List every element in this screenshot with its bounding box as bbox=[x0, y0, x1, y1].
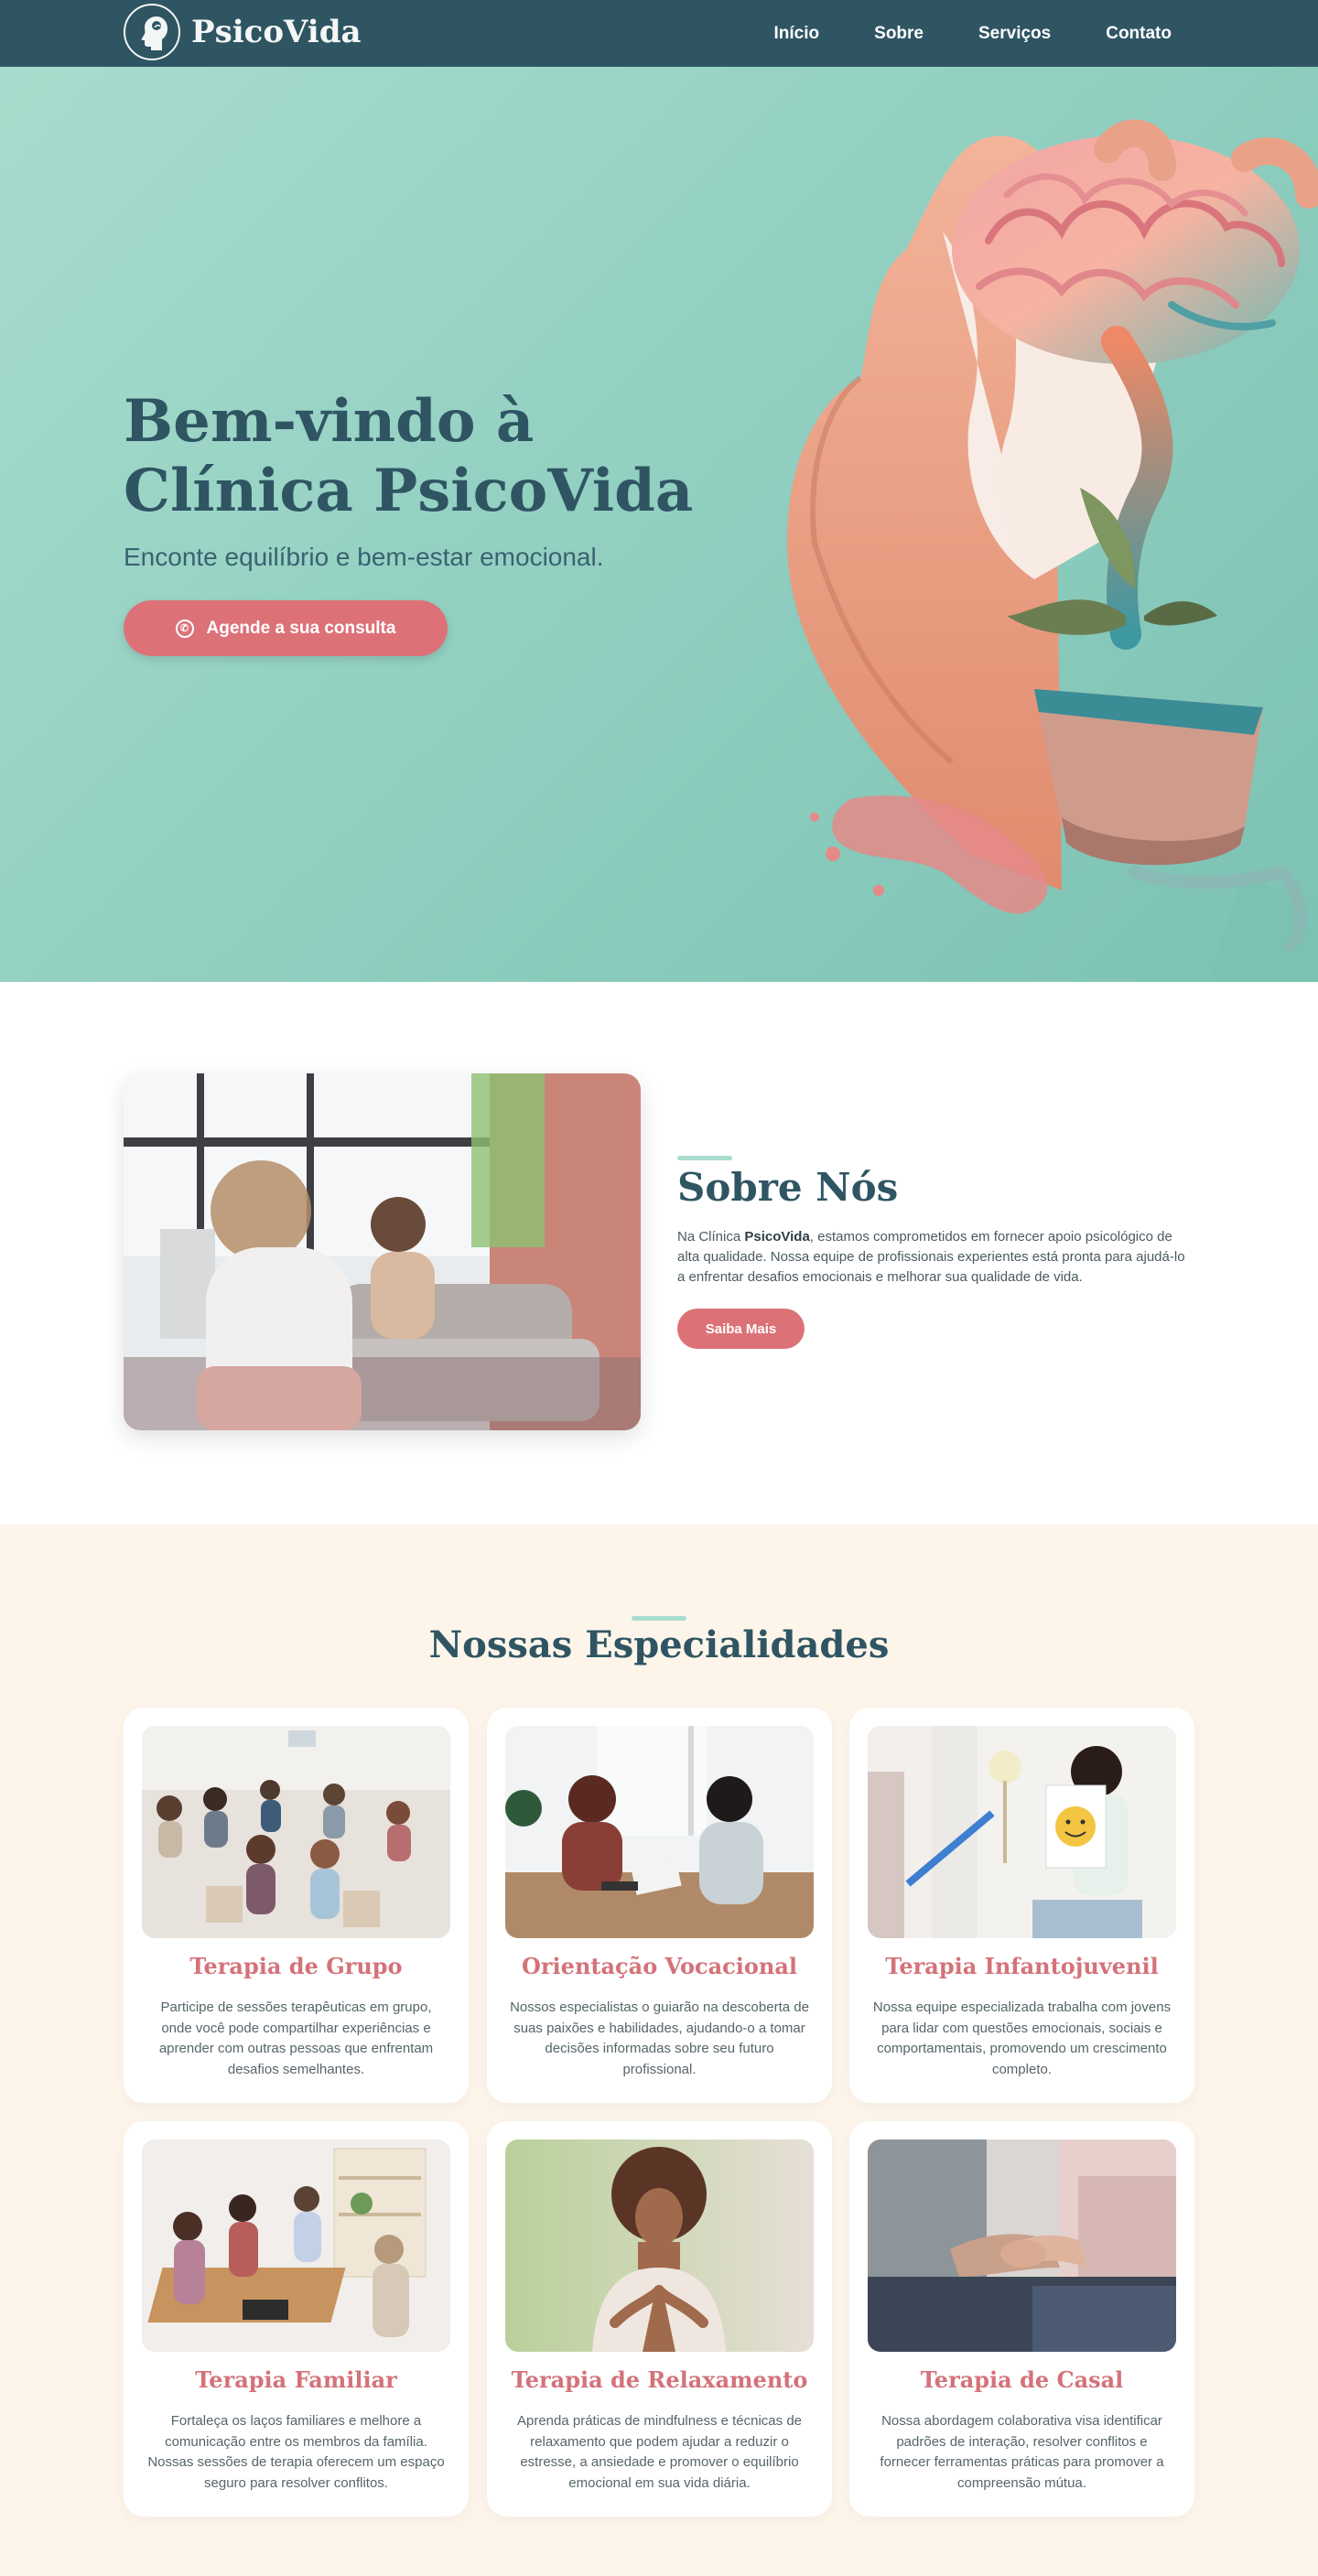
nav-link-servicos[interactable]: Serviços bbox=[978, 24, 1051, 44]
career-guidance-title: Orientação Vocacional bbox=[522, 1953, 797, 1979]
nav-link-inicio[interactable]: Início bbox=[774, 24, 820, 44]
relaxation-therapy-title: Terapia de Relaxamento bbox=[511, 2366, 808, 2393]
youth-therapy-title: Terapia Infantojuvenil bbox=[885, 1953, 1159, 1979]
couples-therapy-title: Terapia de Casal bbox=[920, 2366, 1124, 2393]
therapy-session-photo bbox=[124, 1073, 641, 1430]
group-therapy-text: Participe de sessões terapêuticas em gru… bbox=[158, 1999, 434, 2077]
learn-more-button[interactable]: Saiba Mais bbox=[677, 1309, 805, 1349]
about-description: Na Clínica PsicoVida, estamos comprometi… bbox=[677, 1227, 1194, 1288]
whatsapp-icon: ✆ bbox=[175, 619, 194, 638]
specialty-card-couples-therapy[interactable]: Terapia de Casal Nossa abordagem colabor… bbox=[849, 2121, 1194, 2517]
about-accent-bar bbox=[677, 1156, 732, 1160]
couples-therapy-text: Nossa abordagem colaborativa visa identi… bbox=[880, 2413, 1164, 2491]
hero-title: Bem-vindo à Clínica PsicoVida bbox=[124, 387, 694, 525]
hero-section: Bem-vindo à Clínica PsicoVida Enconte eq… bbox=[0, 67, 1318, 982]
specialty-card-youth-therapy[interactable]: Terapia Infantojuvenil Nossa equipe espe… bbox=[849, 1708, 1194, 2103]
hero-subtitle: Enconte equilíbrio e bem-estar emocional… bbox=[124, 543, 604, 571]
specialties-accent-bar bbox=[632, 1616, 686, 1621]
relaxation-therapy-text: Aprenda práticas de mindfulness e técnic… bbox=[516, 2413, 802, 2491]
couples-therapy-photo bbox=[868, 2139, 1176, 2352]
youth-therapy-photo bbox=[868, 1726, 1176, 1938]
brand-name: PsicoVida bbox=[191, 14, 362, 50]
youth-therapy-text: Nossa equipe especializada trabalha com … bbox=[872, 1999, 1172, 2077]
nav-link-sobre[interactable]: Sobre bbox=[874, 24, 924, 44]
family-therapy-photo bbox=[142, 2139, 450, 2352]
specialty-card-group-therapy[interactable]: Terapia de Grupo Participe de sessões te… bbox=[124, 1708, 469, 2103]
group-therapy-title: Terapia de Grupo bbox=[189, 1953, 403, 1979]
specialty-card-relaxation-therapy[interactable]: Terapia de Relaxamento Aprenda práticas … bbox=[487, 2121, 832, 2517]
about-title: Sobre Nós bbox=[677, 1165, 899, 1210]
about-text-start: Na Clínica bbox=[677, 1229, 745, 1245]
about-section: Sobre Nós Na Clínica PsicoVida, estamos … bbox=[0, 982, 1318, 1525]
book-consultation-label: Agende a sua consulta bbox=[206, 618, 396, 638]
hero-brain-plant-illustration bbox=[732, 67, 1318, 982]
relaxation-meditation-photo bbox=[505, 2139, 814, 2352]
head-profile-logo-icon bbox=[124, 4, 180, 60]
top-navbar: PsicoVida Início Sobre Serviços Contato bbox=[0, 0, 1318, 67]
career-guidance-text: Nossos especialistas o guiarão na descob… bbox=[510, 1999, 809, 2077]
main-nav: Início Sobre Serviços Contato bbox=[719, 0, 1172, 67]
family-therapy-text: Fortaleça os laços familiares e melhore … bbox=[147, 2413, 445, 2491]
about-brand-highlight: PsicoVida bbox=[744, 1229, 810, 1245]
brand-logo[interactable]: PsicoVida bbox=[124, 4, 362, 60]
career-guidance-photo bbox=[505, 1726, 814, 1938]
book-consultation-button[interactable]: ✆ Agende a sua consulta bbox=[124, 600, 448, 656]
group-therapy-photo bbox=[142, 1726, 450, 1938]
specialty-card-career-guidance[interactable]: Orientação Vocacional Nossos especialist… bbox=[487, 1708, 832, 2103]
specialties-section: Nossas Especialidades Terapia de Grupo P… bbox=[0, 1525, 1318, 2576]
specialty-card-family-therapy[interactable]: Terapia Familiar Fortaleça os laços fami… bbox=[124, 2121, 469, 2517]
family-therapy-title: Terapia Familiar bbox=[195, 2366, 397, 2393]
specialties-title: Nossas Especialidades bbox=[428, 1623, 890, 1666]
nav-link-contato[interactable]: Contato bbox=[1106, 24, 1172, 44]
